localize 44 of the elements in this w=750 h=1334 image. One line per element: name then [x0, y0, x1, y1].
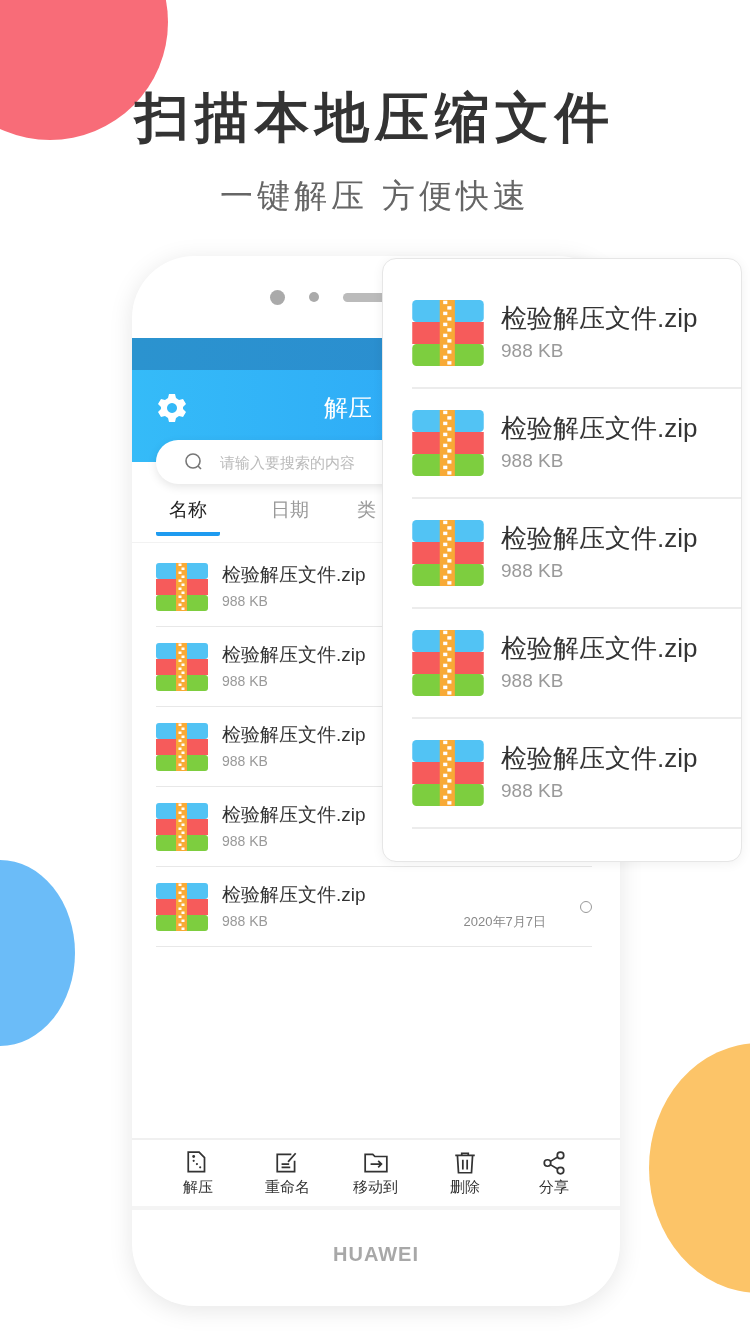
- file-name: 检验解压文件.zip: [222, 882, 366, 907]
- zip-file-icon: [156, 802, 208, 851]
- subtitle: 一键解压 方便快速: [219, 176, 531, 216]
- sensor-dot: [309, 292, 319, 302]
- toolbar-label[interactable]: 移动到: [353, 1177, 399, 1197]
- tab[interactable]: 名称: [156, 492, 220, 536]
- toolbar-label[interactable]: 重命名: [264, 1177, 310, 1197]
- file-size: 988 KB: [501, 669, 565, 693]
- file-name: 检验解压文件.zip: [222, 722, 366, 747]
- camera-dot: [270, 289, 285, 305]
- zip-file-icon: [156, 642, 208, 691]
- file-date: 2020年7月7日: [463, 912, 546, 931]
- zip-file-icon: [156, 882, 208, 931]
- search-icon: [184, 452, 204, 472]
- file-size: 988 KB: [222, 751, 269, 771]
- file-size: 988 KB: [501, 339, 565, 363]
- toolbar-label[interactable]: 删除: [449, 1177, 480, 1197]
- file-size: 988 KB: [222, 591, 269, 611]
- zip-file-icon: [412, 630, 484, 696]
- toolbar-label[interactable]: 解压: [183, 1177, 214, 1197]
- file-name: 检验解压文件.zip: [501, 522, 698, 554]
- file-name: 检验解压文件.zip: [222, 642, 366, 667]
- file-name: 检验解压文件.zip: [222, 802, 366, 827]
- file-size: 988 KB: [501, 559, 565, 583]
- file-name: 检验解压文件.zip: [501, 632, 698, 664]
- file-size: 988 KB: [222, 831, 269, 851]
- zip-file-icon: [412, 740, 484, 806]
- file-size: 988 KB: [501, 449, 565, 473]
- toolbar-label[interactable]: 分享: [538, 1177, 569, 1197]
- share-icon[interactable]: [540, 1149, 567, 1176]
- file-size: 988 KB: [222, 911, 269, 931]
- file-name: 检验解压文件.zip: [501, 302, 698, 334]
- zip-file-icon: [156, 562, 208, 611]
- zip-file-icon: [156, 722, 208, 771]
- app-title: 解压: [324, 393, 372, 423]
- brand-logo: HUAWEI: [333, 1242, 419, 1266]
- file-size: 988 KB: [501, 779, 565, 803]
- headline: 扫描本地压缩文件: [135, 86, 615, 149]
- zip-file-icon: [412, 300, 484, 366]
- zip-file-icon: [412, 520, 484, 586]
- zip-file-icon: [412, 410, 484, 476]
- file-name: 检验解压文件.zip: [501, 742, 698, 774]
- file-name: 检验解压文件.zip: [222, 562, 366, 587]
- file-size: 988 KB: [222, 671, 269, 691]
